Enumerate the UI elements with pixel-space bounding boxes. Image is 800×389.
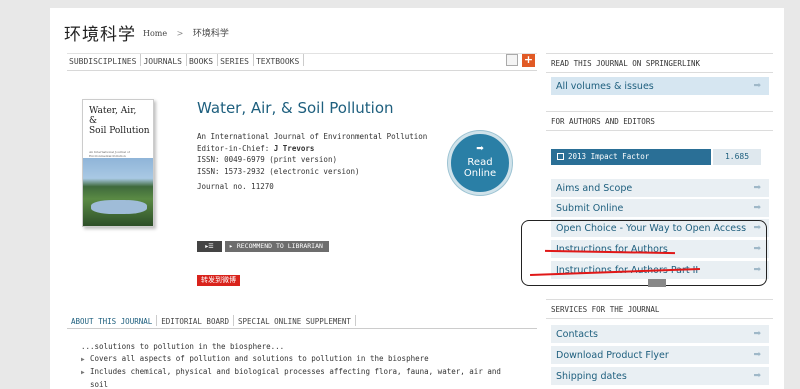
journal-tabs: ABOUT THIS JOURNAL EDITORIAL BOARD SPECIAL… xyxy=(67,315,537,329)
impact-factor-value: 1.685 xyxy=(713,149,761,165)
nav-journals[interactable]: JOURNALS xyxy=(141,54,187,66)
bullet-icon: ▶ xyxy=(81,369,85,376)
all-volumes-link[interactable]: All volumes & issues ➡ xyxy=(551,77,769,96)
about-intro: ...solutions to pollution in the biosphe… xyxy=(81,342,285,351)
arrow-right-icon: ➡ xyxy=(753,350,761,360)
cover-subtitle: An International Journal of Environmenta… xyxy=(89,150,130,158)
tab-special-supplement[interactable]: SPECIAL ONLINE SUPPLEMENT xyxy=(234,315,356,326)
arrow-right-icon: ➡ xyxy=(753,203,761,213)
nav-series[interactable]: SERIES xyxy=(218,54,254,66)
link-shipping-dates[interactable]: Shipping dates ➡ xyxy=(551,367,769,386)
sidebar: READ THIS JOURNAL ON SPRINGERLINK All vo… xyxy=(546,53,773,389)
site-title: 环境科学 xyxy=(64,25,136,45)
tab-editorial-board[interactable]: EDITORIAL BOARD xyxy=(157,315,235,326)
arrow-right-icon: ➡ xyxy=(753,223,761,233)
breadcrumb-home[interactable]: Home xyxy=(143,29,167,38)
chart-icon xyxy=(557,153,564,160)
nav-books[interactable]: BOOKS xyxy=(187,54,219,66)
share-to-weibo-button[interactable]: 转发到微博 xyxy=(197,275,240,286)
email-icon[interactable] xyxy=(506,54,518,66)
arrow-right-icon: ➡ xyxy=(753,371,761,381)
breadcrumb-current: 环境科学 xyxy=(192,29,229,39)
link-contacts[interactable]: Contacts ➡ xyxy=(551,325,769,344)
main-column: SUBDISCIPLINES JOURNALS BOOKS SERIES TEXTBOO… xyxy=(67,53,537,389)
collapse-handle[interactable] xyxy=(648,279,666,287)
cover-title: Water, Air, & Soil Pollution xyxy=(89,106,150,136)
issn-print: ISSN: 0049-6979 (print version) xyxy=(197,155,337,164)
tab-about[interactable]: ABOUT THIS JOURNAL xyxy=(67,315,158,326)
arrow-right-icon: ➡ xyxy=(476,144,484,154)
recommend-to-librarian-button[interactable]: ▸ RECOMMEND TO LIBRARIAN xyxy=(225,241,329,252)
impact-factor-label: 2013 Impact Factor xyxy=(551,149,711,165)
link-submit-online[interactable]: Submit Online ➡ xyxy=(551,199,769,218)
link-open-choice[interactable]: Open Choice - Your Way to Open Access ➡ xyxy=(551,219,769,238)
bullet-icon: ▶ xyxy=(81,356,85,363)
page-container: 环境科学 Home > 环境科学 SUBDISCIPLINES JOURNALS B… xyxy=(50,8,784,389)
plus-icon[interactable]: + xyxy=(522,54,535,67)
list-item-continuation: soil xyxy=(90,380,109,389)
arrow-right-icon: ➡ xyxy=(753,81,761,91)
editor-in-chief: Editor-in-Chief: J Trevors xyxy=(197,143,315,153)
subject-nav: SUBDISCIPLINES JOURNALS BOOKS SERIES TEXTBOO… xyxy=(67,53,537,71)
arrow-right-icon: ➡ xyxy=(753,265,761,275)
journal-subtitle: An International Journal of Environmenta… xyxy=(197,132,428,141)
journal-title: Water, Air, & Soil Pollution xyxy=(197,99,394,117)
list-item: ▶ Covers all aspects of pollution and sol… xyxy=(81,353,501,366)
section-title-services: SERVICES FOR THE JOURNAL xyxy=(546,299,773,319)
section-title-read: READ THIS JOURNAL ON SPRINGERLINK xyxy=(546,53,773,73)
arrow-right-icon: ➡ xyxy=(753,244,761,254)
breadcrumb-separator: > xyxy=(176,29,184,38)
journal-number: Journal no. 11270 xyxy=(197,182,274,191)
about-text: ...solutions to pollution in the biosphe… xyxy=(81,341,501,389)
journal-info: An International Journal of Environmenta… xyxy=(197,131,427,193)
nav-textbooks[interactable]: TEXTBOOKS xyxy=(254,54,305,66)
arrow-right-icon: ➡ xyxy=(753,183,761,193)
read-online-button[interactable]: ➡ Read Online xyxy=(448,131,512,195)
breadcrumb: Home > 环境科学 xyxy=(143,26,229,39)
list-icon[interactable]: ▸☰ xyxy=(197,241,222,252)
nav-subdisciplines[interactable]: SUBDISCIPLINES xyxy=(67,54,142,66)
impact-factor-badge[interactable]: 2013 Impact Factor 1.685 xyxy=(551,149,761,165)
link-instructions-for-authors[interactable]: Instructions for Authors ➡ xyxy=(551,240,769,259)
journal-cover[interactable]: Water, Air, & Soil Pollution An Internat… xyxy=(82,99,154,227)
issn-electronic: ISSN: 1573-2932 (electronic version) xyxy=(197,166,360,176)
section-title-authors: FOR AUTHORS AND EDITORS xyxy=(546,111,773,131)
link-download-flyer[interactable]: Download Product Flyer ➡ xyxy=(551,346,769,365)
list-item: ▶ Includes chemical, physical and biologi… xyxy=(81,366,501,379)
arrow-right-icon: ➡ xyxy=(753,329,761,339)
link-aims-and-scope[interactable]: Aims and Scope ➡ xyxy=(551,179,769,198)
cover-landscape-image xyxy=(83,158,153,226)
